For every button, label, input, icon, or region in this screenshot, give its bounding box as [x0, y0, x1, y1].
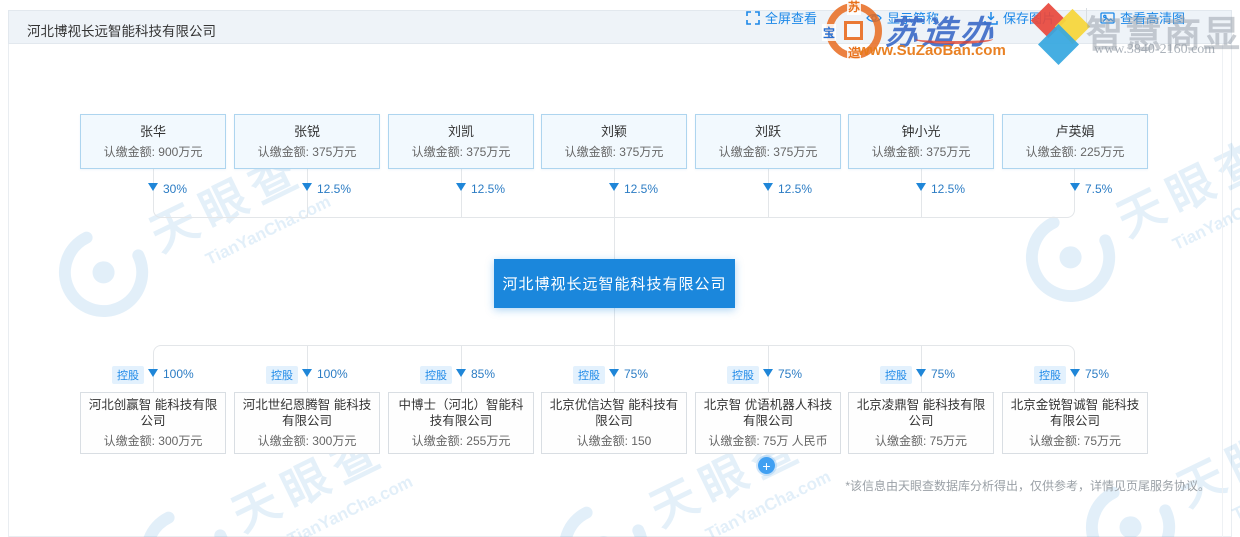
ownership-percent: 30%	[163, 182, 188, 196]
download-icon	[984, 11, 998, 25]
arrow-down-icon	[456, 183, 466, 191]
arrow-down-icon	[916, 369, 926, 377]
holding-badge: 控股	[420, 366, 452, 384]
ownership-percent: 12.5%	[778, 182, 813, 196]
arrow-down-icon	[302, 369, 312, 377]
shareholder-node[interactable]: 张锐 认缴金额: 375万元	[234, 114, 380, 169]
connector-line	[920, 169, 922, 218]
shareholder-node[interactable]: 刘颖 认缴金额: 375万元	[541, 114, 687, 169]
view-hd-label: 查看高清图	[1120, 11, 1186, 26]
arrow-down-icon	[1070, 183, 1080, 191]
arrow-down-icon	[456, 369, 466, 377]
ownership-percent: 12.5%	[317, 182, 352, 196]
fullscreen-label: 全屏查看	[765, 11, 818, 26]
image-icon	[1100, 11, 1115, 24]
shareholder-node[interactable]: 刘跃 认缴金额: 375万元	[695, 114, 841, 169]
ownership-percent: 75%	[1085, 367, 1110, 381]
shareholder-node[interactable]: 刘凯 认缴金额: 375万元	[388, 114, 534, 169]
arrow-down-icon	[916, 183, 926, 191]
holding-badge: 控股	[112, 366, 144, 384]
subsidiary-node[interactable]: 北京凌鼎智 能科技有限公司 认缴金额: 75万元	[848, 392, 994, 454]
subsidiary-node[interactable]: 河北创赢智 能科技有限公司 认缴金额: 300万元	[80, 392, 226, 454]
holding-badge: 控股	[1034, 366, 1066, 384]
ownership-percent: 100%	[163, 367, 194, 381]
holding-badge: 控股	[573, 366, 605, 384]
ownership-percent: 12.5%	[931, 182, 966, 196]
shareholder-node[interactable]: 张华 认缴金额: 900万元	[80, 114, 226, 169]
center-company-node[interactable]: 河北博视长远智能科技有限公司	[494, 259, 735, 308]
fullscreen-icon	[746, 10, 760, 25]
arrow-down-icon	[148, 183, 158, 191]
arrow-down-icon	[609, 183, 619, 191]
center-company-name: 河北博视长远智能科技有限公司	[502, 276, 727, 293]
subsidiary-node[interactable]: 北京优信达智 能科技有限公司 认缴金额: 150	[541, 392, 687, 454]
holding-badge: 控股	[727, 366, 759, 384]
connector-line	[613, 218, 615, 259]
connector-line	[460, 169, 462, 218]
ownership-percent: 100%	[317, 367, 348, 381]
company-title: 河北博视长远智能科技有限公司	[27, 24, 216, 39]
connector-line	[613, 169, 615, 218]
disclaimer-text: *该信息由天眼查数据库分析得出，仅供参考，详情见页尾服务协议。	[845, 479, 1210, 493]
eye-icon	[866, 13, 882, 22]
show-abbr-label: 显示简称	[887, 11, 940, 26]
ownership-percent: 12.5%	[471, 182, 506, 196]
ownership-percent: 7.5%	[1085, 182, 1113, 196]
fullscreen-button[interactable]: 全屏查看	[746, 8, 817, 27]
save-image-button[interactable]: 保存图片	[984, 8, 1055, 27]
shareholder-node[interactable]: 卢英娟 认缴金额: 225万元	[1002, 114, 1148, 169]
holding-badge: 控股	[880, 366, 912, 384]
arrow-down-icon	[763, 183, 773, 191]
subsidiary-node[interactable]: 中博士（河北）智能科技有限公司 认缴金额: 255万元	[388, 392, 534, 454]
ownership-percent: 12.5%	[624, 182, 659, 196]
holding-badge: 控股	[266, 366, 298, 384]
save-image-label: 保存图片	[1003, 11, 1056, 26]
connector-line	[306, 169, 308, 218]
subsidiary-node[interactable]: 河北世纪恩腾智 能科技有限公司 认缴金额: 300万元	[234, 392, 380, 454]
subsidiary-node[interactable]: 北京金锐智诚智 能科技有限公司 认缴金额: 75万元	[1002, 392, 1148, 454]
ownership-percent: 75%	[778, 367, 803, 381]
expand-node-button[interactable]: +	[758, 457, 775, 474]
ownership-percent: 75%	[931, 367, 956, 381]
equity-structure-page: 天眼查TianYanCha.com 天眼查TianYanCha.com 天眼查T…	[0, 0, 1240, 537]
arrow-down-icon	[763, 369, 773, 377]
ownership-percent: 85%	[471, 367, 496, 381]
show-abbr-button[interactable]: 显示简称	[866, 8, 939, 27]
connector-line	[613, 308, 615, 345]
ownership-percent: 75%	[624, 367, 649, 381]
toolbar-separator	[1086, 8, 1087, 26]
shareholder-node[interactable]: 钟小光 认缴金额: 375万元	[848, 114, 994, 169]
arrow-down-icon	[609, 369, 619, 377]
scrollbar-track[interactable]	[1222, 44, 1223, 537]
arrow-down-icon	[302, 183, 312, 191]
subsidiary-node[interactable]: 北京智 优语机器人科技有限公司 认缴金额: 75万 人民币	[695, 392, 841, 454]
arrow-down-icon	[1070, 369, 1080, 377]
arrow-down-icon	[148, 369, 158, 377]
connector-line	[767, 169, 769, 218]
view-hd-button[interactable]: 查看高清图	[1100, 8, 1185, 27]
